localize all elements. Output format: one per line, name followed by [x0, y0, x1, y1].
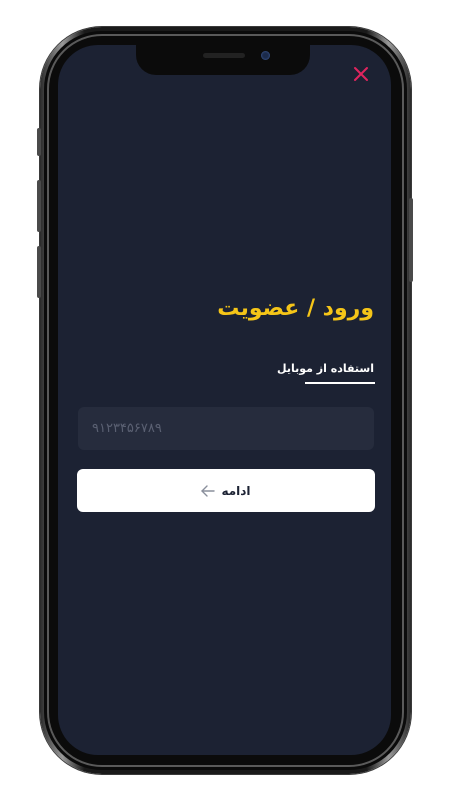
front-camera — [261, 51, 270, 60]
power-button — [409, 198, 413, 282]
volume-up-button — [37, 180, 41, 232]
tab-use-mobile[interactable]: استفاده از موبایل — [277, 362, 374, 375]
continue-button[interactable]: ادامه — [77, 469, 375, 512]
phone-notch — [136, 45, 310, 75]
close-icon — [354, 67, 368, 81]
close-button[interactable] — [351, 64, 371, 84]
page-title: ورود / عضویت — [217, 296, 374, 321]
earpiece-speaker — [203, 53, 245, 58]
mute-switch — [37, 128, 41, 156]
volume-down-button — [37, 246, 41, 298]
tab-active-indicator — [305, 382, 375, 384]
app-screen — [58, 45, 391, 755]
phone-number-input[interactable] — [78, 407, 374, 450]
arrow-left-icon — [201, 484, 216, 497]
app-stage: ورود / عضویت استفاده از موبایل ادامه — [0, 0, 450, 802]
continue-button-label: ادامه — [221, 483, 251, 498]
